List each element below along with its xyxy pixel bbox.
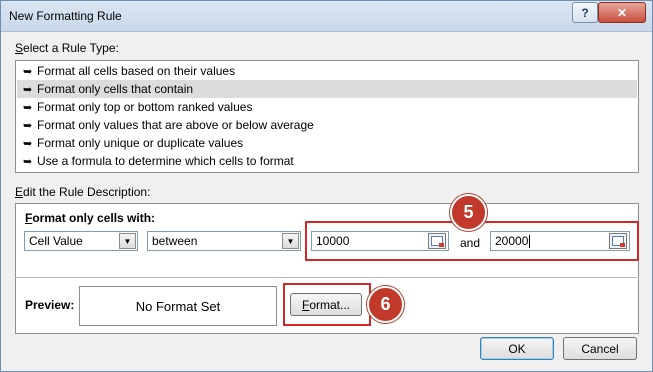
cell-value-combo[interactable]: Cell Value ▼ bbox=[24, 231, 138, 251]
arrow-icon: ➥ bbox=[23, 65, 33, 78]
dialog-title: New Formatting Rule bbox=[9, 9, 122, 23]
preview-text: No Format Set bbox=[135, 298, 221, 314]
step-5-badge: 5 bbox=[450, 194, 487, 231]
preview-label: Preview: bbox=[25, 298, 75, 312]
arrow-icon: ➥ bbox=[23, 101, 33, 114]
annotation-frame-format bbox=[283, 283, 371, 326]
operator-combo[interactable]: between ▼ bbox=[147, 231, 301, 251]
help-button[interactable]: ? bbox=[572, 2, 598, 23]
arrow-icon: ➥ bbox=[23, 119, 33, 132]
format-only-cells-label: Format only cells with: bbox=[25, 211, 156, 225]
description-divider bbox=[15, 277, 637, 278]
rule-item-all-cells[interactable]: ➥ Format all cells based on their values bbox=[17, 62, 637, 80]
arrow-icon: ➥ bbox=[23, 155, 33, 168]
rule-description-label: Edit the Rule Description: bbox=[15, 185, 151, 199]
close-button[interactable]: ✕ bbox=[598, 2, 646, 23]
rule-item-top-bottom[interactable]: ➥ Format only top or bottom ranked value… bbox=[17, 98, 637, 116]
rule-item-unique-duplicate[interactable]: ➥ Format only unique or duplicate values bbox=[17, 134, 637, 152]
arrow-icon: ➥ bbox=[23, 137, 33, 150]
help-icon: ? bbox=[581, 5, 589, 20]
ok-button[interactable]: OK bbox=[480, 337, 554, 360]
title-bar: New Formatting Rule ? ✕ bbox=[1, 1, 652, 32]
chevron-down-icon[interactable]: ▼ bbox=[119, 233, 136, 249]
rule-type-label: Select a Rule Type: bbox=[15, 41, 119, 55]
chevron-down-icon[interactable]: ▼ bbox=[282, 233, 299, 249]
new-formatting-rule-dialog: New Formatting Rule ? ✕ Select a Rule Ty… bbox=[0, 0, 653, 372]
close-icon: ✕ bbox=[616, 5, 628, 20]
rule-item-above-below-average[interactable]: ➥ Format only values that are above or b… bbox=[17, 116, 637, 134]
cancel-button[interactable]: Cancel bbox=[563, 337, 637, 360]
arrow-icon: ➥ bbox=[23, 83, 33, 96]
preview-box: No Format Set bbox=[79, 286, 277, 326]
rule-item-cells-that-contain[interactable]: ➥ Format only cells that contain bbox=[17, 80, 637, 98]
rule-item-formula[interactable]: ➥ Use a formula to determine which cells… bbox=[17, 152, 637, 170]
step-6-badge: 6 bbox=[367, 286, 404, 323]
rule-type-list[interactable]: ➥ Format all cells based on their values… bbox=[15, 60, 639, 173]
